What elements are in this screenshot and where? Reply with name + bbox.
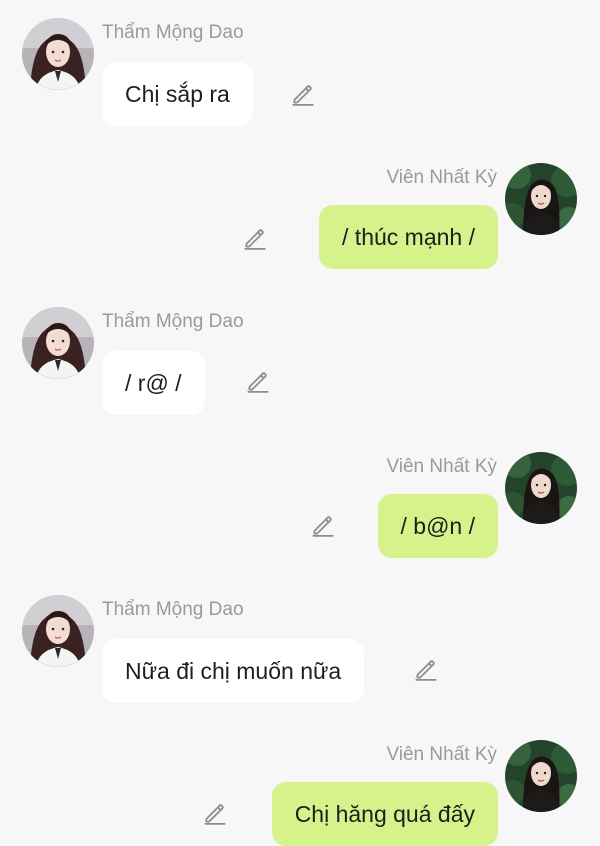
avatar[interactable] <box>505 452 577 524</box>
avatar[interactable] <box>505 163 577 235</box>
message-bubble[interactable]: / b@n / <box>377 494 498 558</box>
sender-name: Viên Nhất Kỳ <box>386 167 497 188</box>
message-row: Viên Nhất Kỳ Chị hăng quá đấy <box>0 577 600 846</box>
sender-name: Viên Nhất Kỳ <box>386 456 497 477</box>
pencil-edit-icon[interactable] <box>310 512 336 538</box>
message-bubble[interactable]: / thúc mạnh / <box>319 205 498 269</box>
message-bubble[interactable]: Chị hăng quá đấy <box>271 782 498 846</box>
pencil-edit-icon[interactable] <box>242 225 268 251</box>
message-row: Viên Nhất Kỳ / b@n / <box>0 289 600 579</box>
avatar[interactable] <box>505 740 577 812</box>
sender-name: Viên Nhất Kỳ <box>386 744 497 765</box>
pencil-edit-icon[interactable] <box>202 800 228 826</box>
message-row: Viên Nhất Kỳ / thúc mạnh / <box>0 0 600 290</box>
